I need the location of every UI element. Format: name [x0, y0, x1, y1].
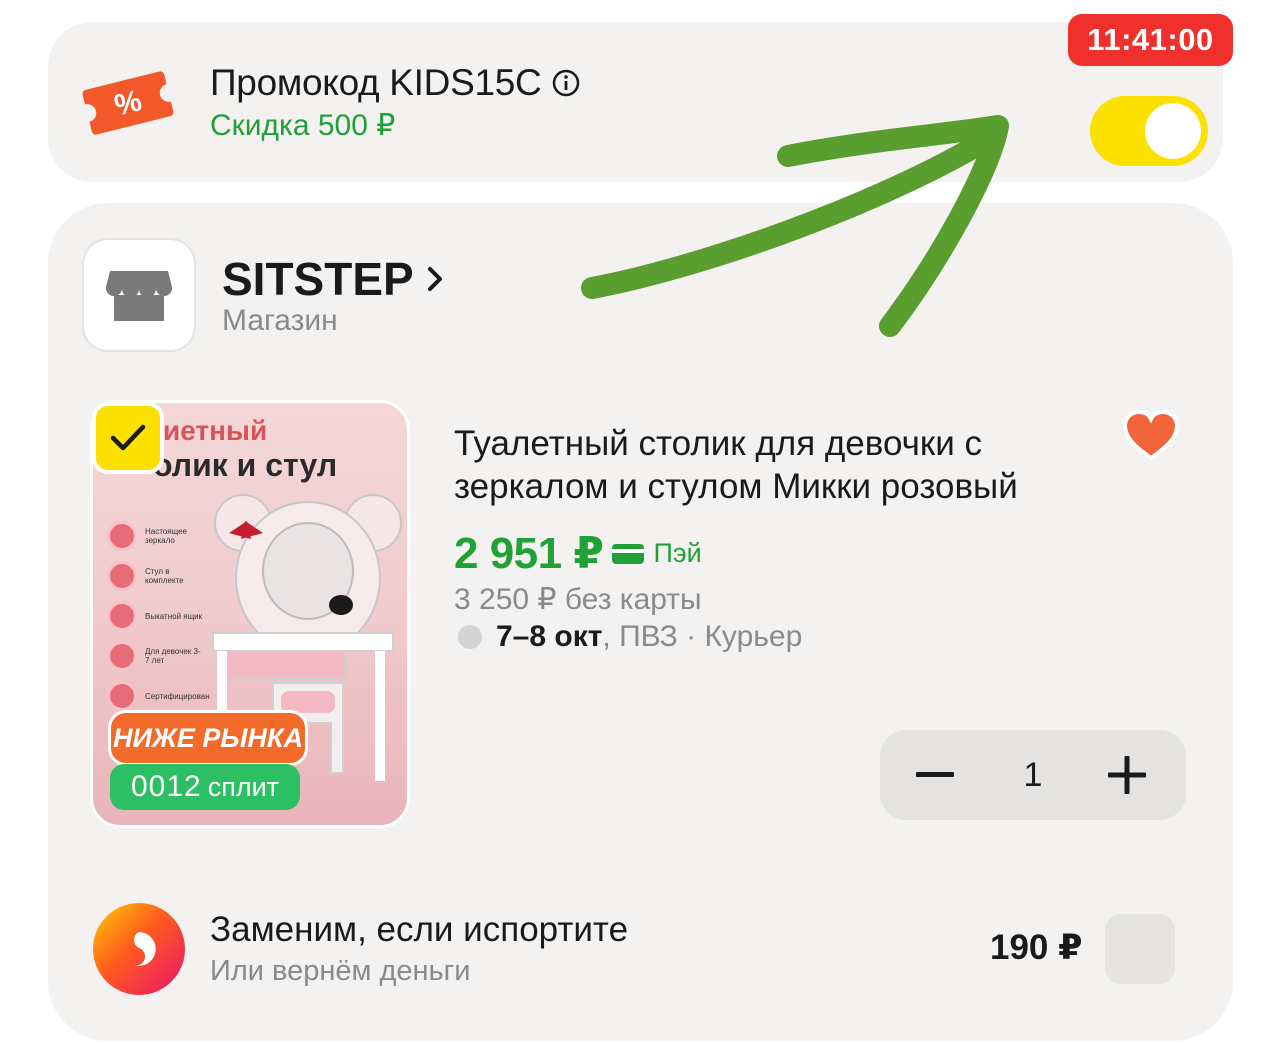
info-icon[interactable] — [551, 68, 581, 98]
below-market-badge: НИЖЕ РЫНКА — [108, 710, 308, 766]
delivery-status-dot — [458, 625, 482, 649]
insurance-checkbox[interactable] — [1105, 914, 1175, 984]
insurance-title: Заменим, если испортите — [210, 910, 629, 949]
insurance-subtitle: Или вернём деньги — [210, 955, 471, 987]
image-feature: Сертифицирован — [107, 681, 210, 711]
image-headline-2: олик и стул — [153, 447, 338, 483]
promo-coupon-icon: % — [82, 64, 174, 142]
protection-service-icon — [93, 903, 185, 995]
increase-quantity-button[interactable] — [1102, 752, 1152, 798]
split-badge: 0012 сплит — [110, 764, 300, 810]
chevron-right-icon — [427, 267, 442, 291]
card-icon — [612, 543, 645, 564]
promo-discount: Скидка 500 ₽ — [210, 109, 396, 142]
product-title[interactable]: Туалетный столик для девочки с зеркалом … — [454, 422, 1094, 508]
price-without-card: 3 250 ₽ без карты — [454, 583, 702, 616]
shop-type: Магазин — [222, 304, 338, 337]
insurance-price: 190 ₽ — [990, 928, 1083, 967]
quantity-value: 1 — [1023, 755, 1043, 794]
decrease-quantity-button[interactable] — [910, 752, 960, 798]
promo-timer-badge: 11:41:00 — [1068, 14, 1233, 66]
quantity-stepper: 1 — [880, 730, 1186, 820]
promo-code-title: Промокод KIDS15C — [210, 62, 542, 103]
checkmark-icon — [110, 424, 146, 451]
split-label: сплит — [207, 771, 280, 802]
favorite-heart-icon[interactable] — [1120, 408, 1182, 462]
image-feature: Стул в комплекте — [107, 561, 205, 591]
promo-toggle[interactable] — [1090, 96, 1208, 166]
image-feature: Для девочек 3-7 лет — [107, 641, 205, 671]
plus-icon — [1108, 756, 1146, 794]
toggle-knob — [1145, 103, 1201, 159]
promo-title-row: Промокод KIDS15C — [210, 62, 581, 104]
delivery-methods: , ПВЗ · Курьер — [602, 620, 803, 653]
split-number: 0012 — [130, 770, 202, 803]
shop-logo[interactable] — [82, 238, 196, 352]
image-headline-1: иетный — [163, 415, 268, 446]
image-feature: Выкатной ящик — [107, 601, 205, 631]
delivery-date: 7–8 окт — [496, 620, 603, 653]
minus-icon — [916, 772, 954, 777]
product-price: 2 951 ₽ — [454, 529, 604, 578]
pay-label: Пэй — [653, 538, 702, 568]
cart-page: % Промокод KIDS15C Скидка 500 ₽ 11:41:00… — [0, 0, 1280, 1044]
product-select-checkbox[interactable] — [92, 402, 164, 474]
storefront-icon — [106, 271, 172, 321]
shop-name-link[interactable]: SITSTEP — [222, 252, 446, 306]
shop-name: SITSTEP — [222, 253, 414, 305]
image-feature: Настоящее зеркало — [107, 521, 205, 551]
price-row: 2 951 ₽ Пэй — [454, 528, 702, 579]
delivery-row: 7–8 окт, ПВЗ · Курьер — [458, 620, 802, 654]
